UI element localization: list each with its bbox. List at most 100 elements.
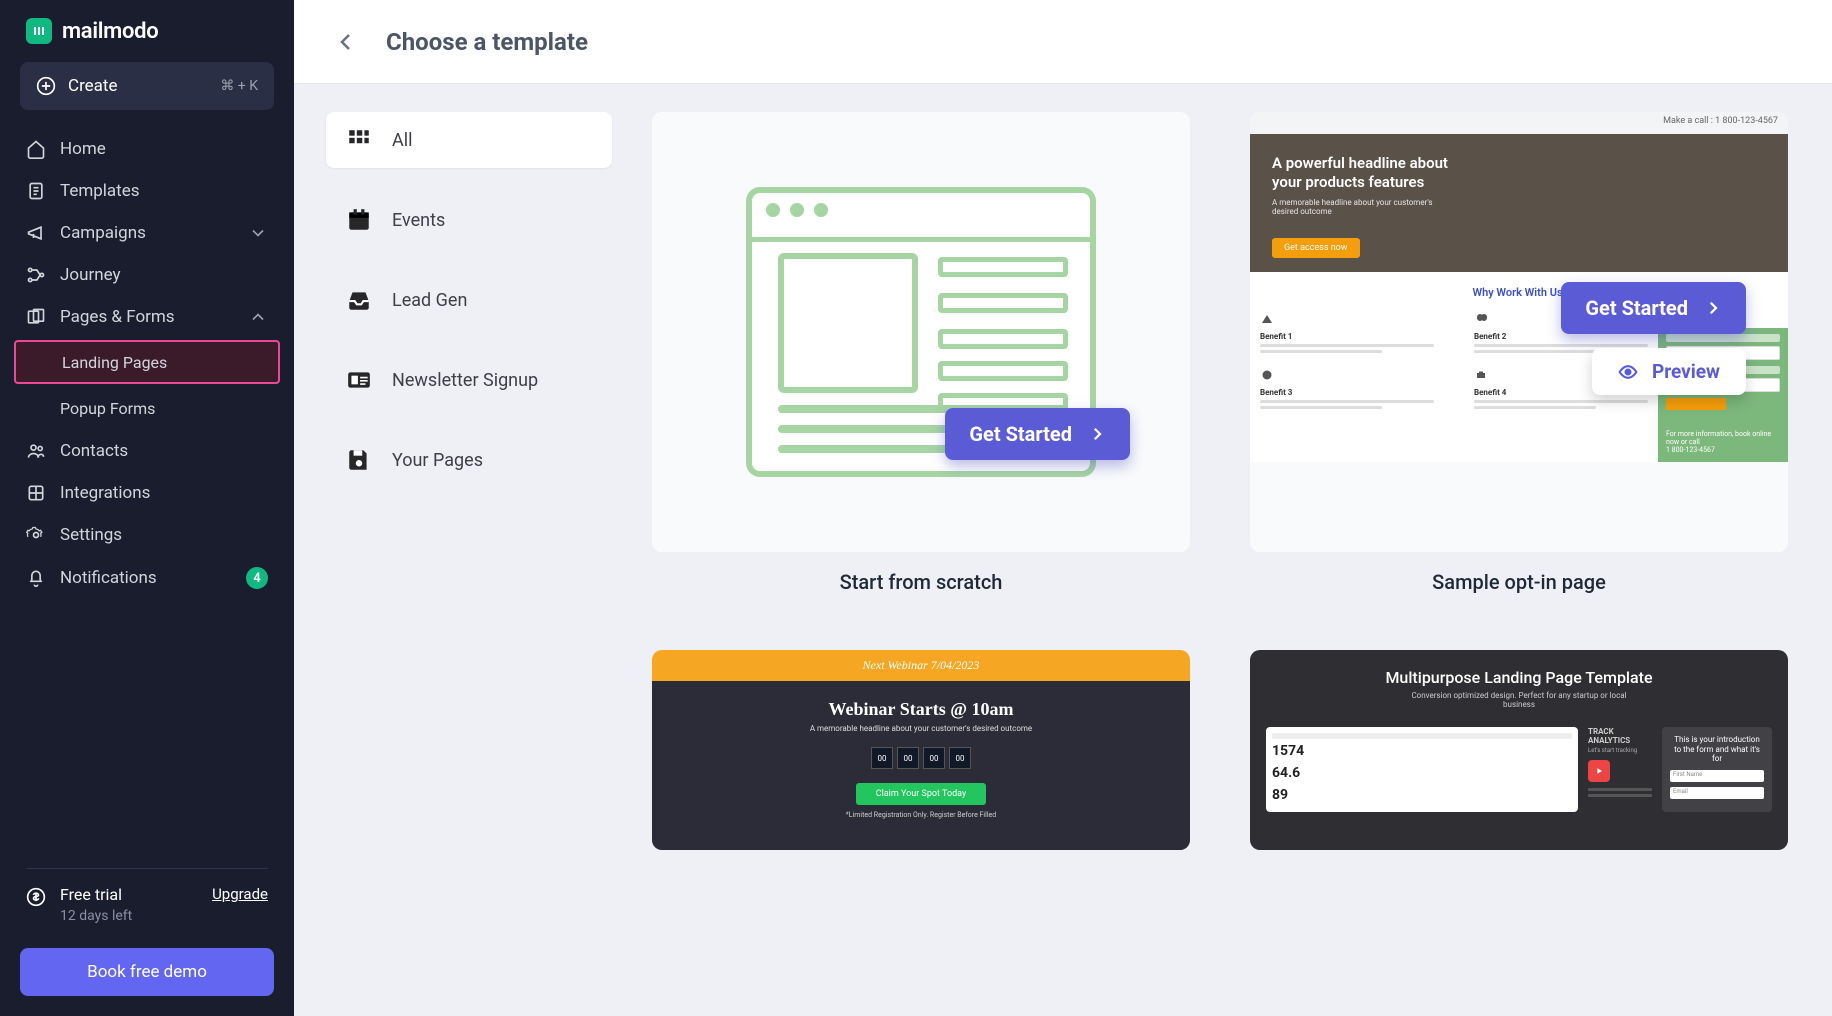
template-card: Next Webinar 7/04/2023 Webinar Starts @ … xyxy=(652,650,1190,850)
category-newsletter[interactable]: Newsletter Signup xyxy=(326,352,612,408)
webinar-cta: Claim Your Spot Today xyxy=(856,783,987,805)
back-button[interactable] xyxy=(334,30,358,54)
logo-icon xyxy=(26,18,52,44)
nav-sub-popup-forms[interactable]: Popup Forms xyxy=(0,386,294,430)
get-started-button[interactable]: Get Started xyxy=(1561,282,1746,334)
content: All Events Lead Gen Newsletter Signup Yo… xyxy=(294,84,1832,1016)
multi-sub: Conversion optimized design. Perfect for… xyxy=(1399,691,1639,709)
nav-item-journey[interactable]: Journey xyxy=(0,254,294,296)
preview-label: Preview xyxy=(1652,360,1720,383)
template-title: Start from scratch xyxy=(652,570,1190,594)
template-preview-optin[interactable]: Make a call : 1 800-123-4567 A powerful … xyxy=(1250,112,1788,552)
webinar-note: *Limited Registration Only. Register Bef… xyxy=(846,811,996,819)
nav-sub-label: Popup Forms xyxy=(60,399,155,418)
inbox-icon xyxy=(346,287,372,313)
create-button[interactable]: Create ⌘ + K xyxy=(20,62,274,110)
multi-title: Multipurpose Landing Page Template xyxy=(1266,668,1772,687)
journey-icon xyxy=(26,265,46,285)
nav-item-contacts[interactable]: Contacts xyxy=(0,430,294,472)
create-shortcut: ⌘ + K xyxy=(220,78,258,94)
brand-logo[interactable]: mailmodo xyxy=(0,18,294,62)
cta-label: Get Started xyxy=(1585,296,1688,320)
template-card: Make a call : 1 800-123-4567 A powerful … xyxy=(1250,112,1788,594)
template-card: Get Started Start from scratch xyxy=(652,112,1190,594)
get-started-button[interactable]: Get Started xyxy=(945,408,1130,460)
template-preview-multipurpose[interactable]: Multipurpose Landing Page Template Conve… xyxy=(1250,650,1788,850)
nav-label: Settings xyxy=(60,525,122,545)
brand-name: mailmodo xyxy=(62,19,158,44)
nav-label: Pages & Forms xyxy=(60,307,175,327)
topbar: Choose a template xyxy=(294,0,1832,84)
optin-subhead: A memorable headline about your customer… xyxy=(1272,198,1452,216)
megaphone-icon xyxy=(26,223,46,243)
trial-status: Free trial 12 days left Upgrade xyxy=(0,881,294,924)
nav-label: Integrations xyxy=(60,483,150,503)
divider xyxy=(26,868,268,869)
document-icon xyxy=(26,181,46,201)
nav-item-home[interactable]: Home xyxy=(0,128,294,170)
upgrade-link[interactable]: Upgrade xyxy=(212,885,268,903)
category-label: All xyxy=(392,130,413,151)
book-demo-button[interactable]: Book free demo xyxy=(20,948,274,996)
play-icon xyxy=(1588,760,1610,782)
cta-label: Get Started xyxy=(969,422,1072,446)
nav-label: Home xyxy=(60,139,106,159)
optin-headline: A powerful headline about your products … xyxy=(1272,154,1462,192)
users-icon xyxy=(26,441,46,461)
integrations-icon xyxy=(26,483,46,503)
category-label: Your Pages xyxy=(392,450,483,471)
template-preview-scratch[interactable]: Get Started xyxy=(652,112,1190,552)
template-title: Sample opt-in page xyxy=(1250,570,1788,594)
webinar-title: Webinar Starts @ 10am xyxy=(829,699,1014,720)
multi-mock: Multipurpose Landing Page Template Conve… xyxy=(1250,650,1788,850)
trial-days: 12 days left xyxy=(60,908,132,924)
category-all[interactable]: All xyxy=(326,112,612,168)
chevron-right-icon xyxy=(1088,425,1106,443)
calendar-icon xyxy=(346,207,372,233)
preview-button[interactable]: Preview xyxy=(1592,348,1746,395)
grid-icon xyxy=(346,127,372,153)
sidebar: mailmodo Create ⌘ + K Home Templates Cam… xyxy=(0,0,294,1016)
nav-item-settings[interactable]: Settings xyxy=(0,514,294,556)
optin-topbar: Make a call : 1 800-123-4567 xyxy=(1250,112,1788,134)
webinar-mock: Next Webinar 7/04/2023 Webinar Starts @ … xyxy=(652,650,1190,850)
plus-circle-icon xyxy=(36,76,56,96)
home-icon xyxy=(26,139,46,159)
create-label: Create xyxy=(68,76,118,96)
save-icon xyxy=(346,447,372,473)
primary-nav: Home Templates Campaigns Journey Pages &… xyxy=(0,128,294,856)
nav-label: Notifications xyxy=(60,568,157,588)
category-label: Lead Gen xyxy=(392,290,467,311)
webinar-timer: 00 00 00 00 xyxy=(871,747,971,769)
category-lead-gen[interactable]: Lead Gen xyxy=(326,272,612,328)
nav-item-templates[interactable]: Templates xyxy=(0,170,294,212)
pages-icon xyxy=(26,307,46,327)
nav-item-notifications[interactable]: Notifications 4 xyxy=(0,556,294,600)
dollar-icon xyxy=(26,887,46,907)
optin-hero-cta: Get access now xyxy=(1272,238,1360,258)
trial-label: Free trial xyxy=(60,885,132,904)
chevron-down-icon xyxy=(248,223,268,243)
webinar-bar: Next Webinar 7/04/2023 xyxy=(652,650,1190,681)
category-your-pages[interactable]: Your Pages xyxy=(326,432,612,488)
notifications-badge: 4 xyxy=(246,567,268,589)
chevron-right-icon xyxy=(1704,299,1722,317)
main: Choose a template All Events Lead Gen Ne… xyxy=(294,0,1832,1016)
category-label: Newsletter Signup xyxy=(392,370,538,391)
eye-icon xyxy=(1618,362,1638,382)
nav-item-integrations[interactable]: Integrations xyxy=(0,472,294,514)
newsletter-icon xyxy=(346,367,372,393)
nav-sub-landing-pages[interactable]: Landing Pages xyxy=(14,340,280,384)
nav-label: Contacts xyxy=(60,441,128,461)
demo-label: Book free demo xyxy=(87,962,207,982)
chevron-up-icon xyxy=(248,307,268,327)
category-events[interactable]: Events xyxy=(326,192,612,248)
nav-item-campaigns[interactable]: Campaigns xyxy=(0,212,294,254)
bell-icon xyxy=(26,568,46,588)
nav-label: Templates xyxy=(60,181,140,201)
nav-label: Campaigns xyxy=(60,223,146,243)
gear-icon xyxy=(26,525,46,545)
multi-form-head: This is your introduction to the form an… xyxy=(1670,735,1764,764)
nav-item-pages-forms[interactable]: Pages & Forms xyxy=(0,296,294,338)
template-preview-webinar[interactable]: Next Webinar 7/04/2023 Webinar Starts @ … xyxy=(652,650,1190,850)
